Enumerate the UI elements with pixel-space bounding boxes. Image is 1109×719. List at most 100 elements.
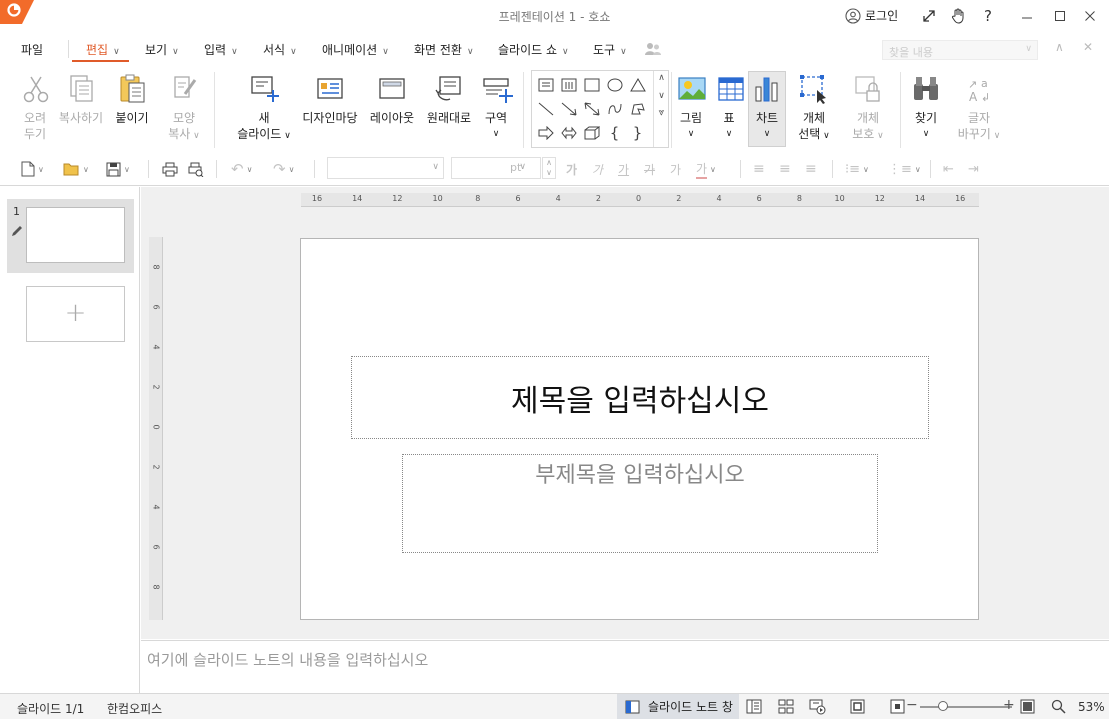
shape-line-icon[interactable]: [534, 97, 557, 121]
print-icon: [162, 162, 178, 176]
actual-size-icon[interactable]: [890, 699, 906, 715]
menu-format[interactable]: 서식 ∨: [263, 41, 297, 58]
shape-triangle-icon[interactable]: [626, 73, 649, 97]
help-icon[interactable]: ?: [978, 6, 998, 26]
print-button[interactable]: [162, 160, 178, 178]
decrease-indent-button[interactable]: ⇤: [943, 160, 954, 178]
copy-button[interactable]: 복사하기: [57, 72, 105, 126]
menu-view[interactable]: 보기 ∨: [145, 41, 179, 58]
zoom-in-icon[interactable]: +: [1003, 697, 1015, 713]
fit-page-icon[interactable]: [1020, 699, 1036, 715]
strikethrough-button[interactable]: 가: [644, 160, 655, 178]
zoom-search-icon[interactable]: [1051, 699, 1067, 715]
shape-ellipse-icon[interactable]: [603, 73, 626, 97]
shape-left-right-arrow-icon[interactable]: [557, 121, 580, 145]
shadow-button[interactable]: 가: [670, 160, 681, 178]
italic-button[interactable]: 가: [592, 160, 603, 178]
align-left-button[interactable]: ≡: [753, 160, 765, 178]
font-size-select[interactable]: pt ∨: [451, 157, 541, 179]
save-button[interactable]: ∨: [106, 160, 130, 178]
align-right-button[interactable]: ≡: [805, 160, 817, 178]
section-button[interactable]: 구역 ∨: [480, 72, 513, 142]
ruler-label: 6: [515, 194, 521, 203]
shape-double-arrow-icon[interactable]: [580, 97, 603, 121]
shape-freeform-icon[interactable]: [626, 97, 649, 121]
zoom-slider-thumb[interactable]: [938, 701, 948, 711]
hand-icon[interactable]: [948, 6, 968, 26]
login-button[interactable]: 로그인: [845, 7, 898, 24]
normal-view-icon[interactable]: [746, 699, 762, 715]
font-size-stepper[interactable]: ∧ ∨: [542, 157, 556, 179]
slide-thumbnail[interactable]: [26, 207, 125, 263]
new-slide-button[interactable]: 새 슬라이드 ∨: [234, 72, 294, 144]
fullscreen-icon[interactable]: [919, 6, 939, 26]
bullet-list-button[interactable]: ⁝≡ ∨: [845, 160, 869, 178]
search-input[interactable]: 찾을 내용 ∨: [882, 40, 1038, 60]
ribbon-collapse-icon[interactable]: ∧: [1055, 40, 1064, 54]
bold-button[interactable]: 가: [566, 160, 577, 178]
object-select-button[interactable]: 개체 선택 ∨: [796, 72, 832, 144]
font-color-button[interactable]: 가 ∨: [696, 160, 716, 179]
slideshow-icon[interactable]: [809, 699, 826, 715]
shape-cube-icon[interactable]: [580, 121, 603, 145]
folder-icon: [63, 163, 79, 176]
table-button[interactable]: 표 ∨: [714, 72, 744, 142]
slide-sorter-icon[interactable]: [778, 699, 794, 715]
ribbon-close-icon[interactable]: ✕: [1083, 40, 1093, 54]
ruler-label: 12: [874, 194, 885, 203]
find-button[interactable]: 찾기 ∨: [909, 72, 943, 142]
redo-button[interactable]: ↷ ∨: [273, 160, 294, 178]
chart-button[interactable]: 차트 ∨: [748, 72, 786, 142]
shape-right-brace-icon[interactable]: }: [626, 121, 649, 145]
print-preview-button[interactable]: [188, 160, 204, 178]
format-copy-button[interactable]: 모양 복사 ∨: [162, 72, 206, 144]
zoom-slider-track[interactable]: [920, 706, 1012, 708]
title-placeholder[interactable]: 제목을 입력하십시오: [351, 356, 929, 439]
menu-transition[interactable]: 화면 전환 ∨: [414, 41, 474, 58]
shape-textbox-h-icon[interactable]: [534, 73, 557, 97]
shape-left-brace-icon[interactable]: {: [603, 121, 626, 145]
reset-button[interactable]: 원래대로: [423, 72, 475, 126]
new-document-button[interactable]: ∨: [21, 160, 44, 178]
shape-textbox-v-icon[interactable]: [557, 73, 580, 97]
maximize-icon[interactable]: [1050, 6, 1070, 26]
menu-tools[interactable]: 도구 ∨: [593, 41, 627, 58]
close-icon[interactable]: [1080, 6, 1100, 26]
ruler-label: 6: [151, 544, 161, 550]
minimize-icon[interactable]: [1017, 6, 1037, 26]
font-name-select[interactable]: ∨: [327, 157, 444, 179]
replace-button[interactable]: ↗ a A ↲ 글자 바꾸기 ∨: [955, 72, 1003, 144]
object-protect-button[interactable]: 개체 보호 ∨: [850, 72, 886, 144]
collab-icon[interactable]: [644, 41, 662, 60]
picture-button[interactable]: 그림 ∨: [675, 72, 707, 142]
menu-slideshow[interactable]: 슬라이드 쇼 ∨: [498, 41, 569, 58]
menu-file[interactable]: 파일: [21, 41, 43, 58]
numbered-list-button[interactable]: ⋮≡ ∨: [888, 160, 921, 178]
increase-indent-button[interactable]: ⇥: [968, 160, 979, 178]
design-button[interactable]: 디자인마당: [300, 72, 360, 126]
shapes-gallery[interactable]: { } ∧ ∨ ⩔: [531, 70, 669, 148]
underline-button[interactable]: 가: [618, 160, 629, 178]
open-folder-button[interactable]: ∨: [63, 160, 89, 178]
fit-window-icon[interactable]: [850, 699, 866, 715]
shape-right-arrow-icon[interactable]: [534, 121, 557, 145]
undo-button[interactable]: ↶ ∨: [231, 160, 252, 178]
slide-note-view-button[interactable]: 슬라이드 노트 창: [617, 694, 739, 719]
layout-button[interactable]: 레이아웃: [366, 72, 418, 126]
menu-edit[interactable]: 편집 ∨: [86, 41, 120, 58]
paste-button[interactable]: 붙이기: [113, 72, 151, 126]
slide-notes-input[interactable]: 여기에 슬라이드 노트의 내용을 입력하십시오: [141, 640, 1109, 693]
subtitle-placeholder[interactable]: 부제목을 입력하십시오: [402, 454, 878, 553]
cut-button[interactable]: 오려 두기: [19, 72, 51, 142]
slide[interactable]: 제목을 입력하십시오 부제목을 입력하십시오: [300, 238, 979, 620]
shape-arrow-line-icon[interactable]: [557, 97, 580, 121]
menu-animation[interactable]: 애니메이션 ∨: [322, 41, 389, 58]
shape-rectangle-icon[interactable]: [580, 73, 603, 97]
zoom-out-icon[interactable]: −: [906, 697, 918, 713]
add-slide-button[interactable]: +: [26, 286, 125, 342]
align-center-button[interactable]: ≡: [779, 160, 791, 178]
shapes-scrollbar[interactable]: ∧ ∨ ⩔: [653, 71, 669, 147]
shape-curve-icon[interactable]: [603, 97, 626, 121]
slide-thumbnail-selected[interactable]: 1: [7, 199, 134, 273]
menu-insert[interactable]: 입력 ∨: [204, 41, 238, 58]
